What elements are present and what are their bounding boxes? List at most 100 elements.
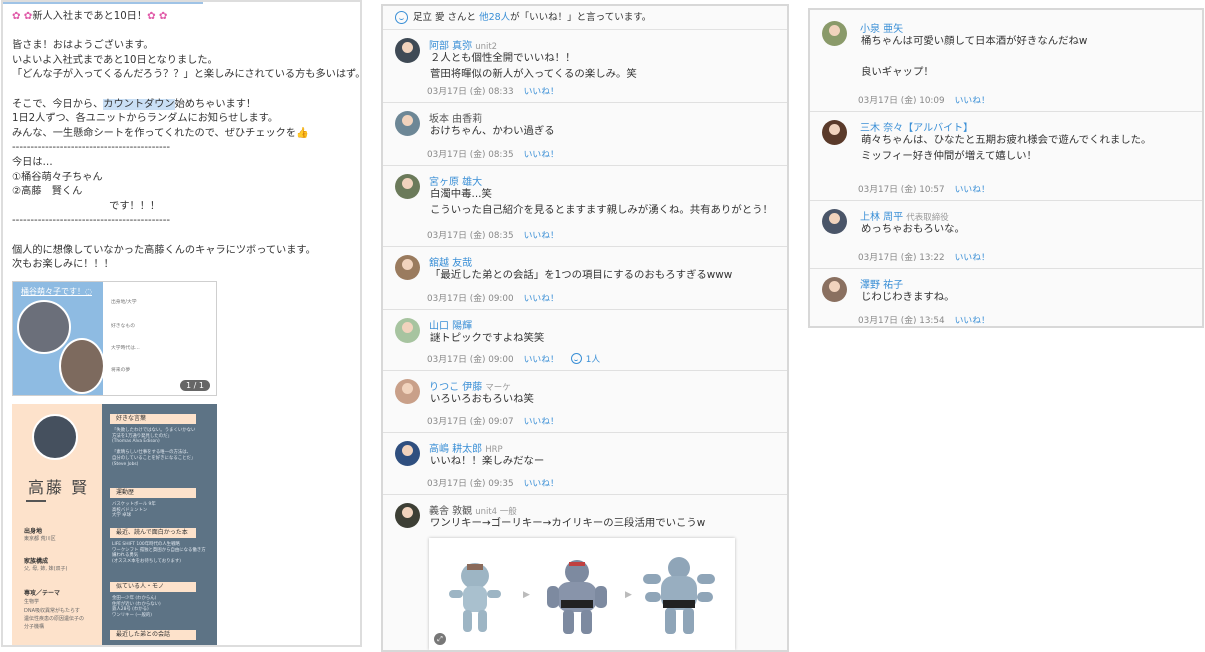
profile-tag: 運動歴 bbox=[110, 488, 196, 498]
avatar[interactable] bbox=[395, 379, 420, 404]
commenter-name[interactable]: 義舎 敦観 unit4 一般 bbox=[429, 502, 517, 517]
profile-value: 分子機構 bbox=[24, 624, 45, 630]
like-link[interactable]: いいね！ bbox=[524, 355, 559, 365]
commenter-name[interactable]: 山口 陽輝 bbox=[429, 317, 472, 332]
avatar[interactable] bbox=[395, 255, 420, 280]
avatar[interactable] bbox=[822, 120, 847, 145]
like-link[interactable]: いいね！ bbox=[524, 87, 559, 97]
thumbs-up-icon: 👍 bbox=[296, 127, 309, 139]
image-card-title: 桶谷萌々子です！◌ bbox=[21, 287, 92, 296]
comment-item: 阿部 真弥 unit2 ２人とも個性全開でいいね！！ 菅田将暉似の新人が入ってくるの… bbox=[383, 30, 787, 103]
post-line: 次もお楽しみに！！！ bbox=[12, 258, 357, 273]
like-count[interactable]: 1人 bbox=[570, 353, 600, 365]
image-card-row: 好きなもの bbox=[111, 324, 135, 329]
profile-value: 東京都 荒川区 bbox=[24, 536, 56, 542]
like-link[interactable]: いいね！ bbox=[524, 417, 559, 427]
avatar-face bbox=[829, 124, 840, 135]
profile-card[interactable]: 高藤 賢 出身地 東京都 荒川区 家族構成 父, 母, 姉, 妹(双子) 専攻／… bbox=[12, 404, 217, 645]
attached-image-strip[interactable]: ▶ ▶ ⤢ bbox=[429, 538, 735, 650]
post-top-line bbox=[3, 2, 203, 4]
others-link[interactable]: 他28人 bbox=[479, 12, 510, 23]
post-text: 今日は… bbox=[12, 156, 53, 168]
post-text: ----------------------------------------… bbox=[12, 142, 171, 154]
comment-timestamp: 03月17日 (金) 13:54 bbox=[858, 316, 945, 326]
profile-text: LIFE SHIFT 100年時代の人生戦略 ワークシフト 孤独と貧困から自由に… bbox=[112, 542, 206, 564]
expand-icon[interactable]: ⤢ bbox=[434, 633, 446, 645]
comment-item: 坂本 由香莉 おけちゃん、かわい過ぎる 03月17日 (金) 08:35 いいね！ bbox=[383, 103, 787, 166]
likes-summary: 足立 愛 さんと 他28人が「いいね！」と言っています。 bbox=[383, 6, 787, 30]
commenter-name[interactable]: 坂本 由香莉 bbox=[429, 110, 482, 125]
highlighted-keyword: カウントダウン bbox=[103, 98, 175, 110]
post-text: です！！！ bbox=[12, 200, 161, 212]
commenter-name[interactable]: 高嶋 耕太郎 HRP bbox=[429, 440, 503, 455]
post-text: 「どんな子が入ってくるんだろう？？」と楽しみにされている方も多いはず。 bbox=[12, 69, 362, 81]
post-text: 皆さま！おはようございます。 bbox=[12, 40, 154, 52]
post-text: そこで、今日から、 bbox=[12, 98, 104, 110]
like-link[interactable]: いいね！ bbox=[955, 316, 990, 326]
commenter-name[interactable]: 澤野 祐子 bbox=[860, 276, 903, 291]
like-link[interactable]: いいね！ bbox=[524, 231, 559, 241]
comment-meta: 03月17日 (金) 10:09 いいね！ bbox=[858, 93, 990, 106]
comment-item: 高嶋 耕太郎 HRP いいね！！楽しみだなー 03月17日 (金) 09:35 いいね！ bbox=[383, 433, 787, 495]
avatar[interactable] bbox=[822, 209, 847, 234]
comment-panel-middle: 足立 愛 さんと 他28人が「いいね！」と言っています。 阿部 真弥 unit2 ２… bbox=[381, 4, 789, 652]
avatar-face bbox=[402, 259, 413, 270]
photo-2 bbox=[59, 338, 105, 394]
avatar[interactable] bbox=[822, 277, 847, 302]
avatar[interactable] bbox=[395, 318, 420, 343]
comment-item: 宮ヶ原 雄大 白濁中毒...笑 こういった自己紹介を見るとますます親しみが湧くね。… bbox=[383, 166, 787, 247]
commenter-name[interactable]: りつこ 伊藤 マーケ bbox=[429, 378, 511, 393]
avatar[interactable] bbox=[395, 174, 420, 199]
liker-name[interactable]: 足立 愛 bbox=[413, 12, 445, 23]
chevron-right-icon: ▶ bbox=[523, 590, 530, 600]
pokemon-image-2 bbox=[535, 546, 620, 642]
profile-value: 遺伝性疾患の原因遺伝子の bbox=[24, 616, 85, 622]
avatar-face bbox=[829, 25, 840, 36]
comment-meta: 03月17日 (金) 13:54 いいね！ bbox=[858, 313, 990, 326]
comment-timestamp: 03月17日 (金) 09:35 bbox=[427, 479, 514, 489]
post-line: 個人的に想像していなかった高藤くんのキャラにツボっています。 bbox=[12, 244, 357, 259]
post-body: ✿ ✿新人入社まであと10日！✿ ✿ 皆さま！おはようございます。 いよいよ入社式ま… bbox=[12, 10, 360, 273]
post-line: そこで、今日から、カウントダウン始めちゃいます！ bbox=[12, 98, 357, 113]
avatar[interactable] bbox=[395, 441, 420, 466]
commenter-name[interactable]: 阿部 真弥 unit2 bbox=[429, 37, 497, 52]
like-link[interactable]: いいね！ bbox=[955, 96, 990, 106]
comment-timestamp: 03月17日 (金) 10:09 bbox=[858, 96, 945, 106]
post-line: 「どんな子が入ってくるんだろう？？」と楽しみにされている方も多いはず。 bbox=[12, 68, 360, 83]
photo-1 bbox=[17, 300, 71, 354]
commenter-name[interactable]: 小泉 亜矢 bbox=[860, 20, 903, 35]
commenter-name[interactable]: 宮ヶ原 雄大 bbox=[429, 173, 482, 188]
comment-meta: 03月17日 (金) 09:00 いいね！ bbox=[427, 291, 559, 304]
comment-text: 「最近した弟との会話」を1つの項目にするのおもろすぎるwww bbox=[430, 269, 733, 281]
avatar[interactable] bbox=[395, 111, 420, 136]
comment-item: 小泉 亜矢 桶ちゃんは可愛い顔して日本酒が好きなんだねw 良いギャップ！ 03月17… bbox=[810, 13, 1202, 112]
avatar[interactable] bbox=[822, 21, 847, 46]
comment-item: 舘越 友哉 「最近した弟との会話」を1つの項目にするのおもろすぎるwww 03月17… bbox=[383, 247, 787, 310]
post-text: 次もお楽しみに！！！ bbox=[12, 259, 114, 271]
machop-figure bbox=[449, 563, 501, 632]
avatar[interactable] bbox=[395, 38, 420, 63]
like-link[interactable]: いいね！ bbox=[524, 150, 559, 160]
avatar[interactable] bbox=[395, 503, 420, 528]
post-line: ✿ ✿新人入社まであと10日！✿ ✿ bbox=[12, 10, 357, 25]
post-line: 1日2人ずつ、各ユニットからランダムにお知らせします。 bbox=[12, 112, 357, 127]
profile-tag: 最近、読んで面白かった本 bbox=[110, 528, 196, 538]
comment-item: 山口 陽輝 謎トピックですよね笑笑 03月17日 (金) 09:00 いいね！ 1人 bbox=[383, 310, 787, 371]
like-link[interactable]: いいね！ bbox=[524, 294, 559, 304]
like-link[interactable]: いいね！ bbox=[524, 479, 559, 489]
like-link[interactable]: いいね！ bbox=[955, 253, 990, 263]
profile-text: 金田一少年 (わからん) 住所が近い (わからない) 鉄人28号 (わかる) ワ… bbox=[112, 596, 161, 618]
image-card[interactable]: 桶谷萌々子です！◌ 出身地/大学 好きなもの 大学時代は… 将来の夢 1 / 1 bbox=[12, 281, 217, 396]
profile-tag: 最近した弟との会話 bbox=[110, 630, 196, 640]
commenter-name[interactable]: 上林 周平 代表取締役 bbox=[860, 208, 949, 223]
comment-text: ワンリキー→ゴーリキー→カイリキーの三段活用でいこうw bbox=[430, 517, 706, 529]
like-link[interactable]: いいね！ bbox=[955, 185, 990, 195]
profile-label: 専攻／テーマ bbox=[24, 590, 61, 597]
post-text: 個人的に想像していなかった高藤くんのキャラにツボっています。 bbox=[12, 244, 316, 256]
post-text: ①桶谷萌々子ちゃん bbox=[12, 171, 103, 183]
commenter-name[interactable]: 舘越 友哉 bbox=[429, 254, 472, 269]
avatar-face bbox=[829, 213, 840, 224]
commenter-name[interactable]: 三木 奈々【アルバイト】 bbox=[860, 119, 973, 134]
profile-divider bbox=[26, 500, 46, 502]
comment-item: 上林 周平 代表取締役 めっちゃおもろいな。 03月17日 (金) 13:22 いいね！ bbox=[810, 201, 1202, 269]
